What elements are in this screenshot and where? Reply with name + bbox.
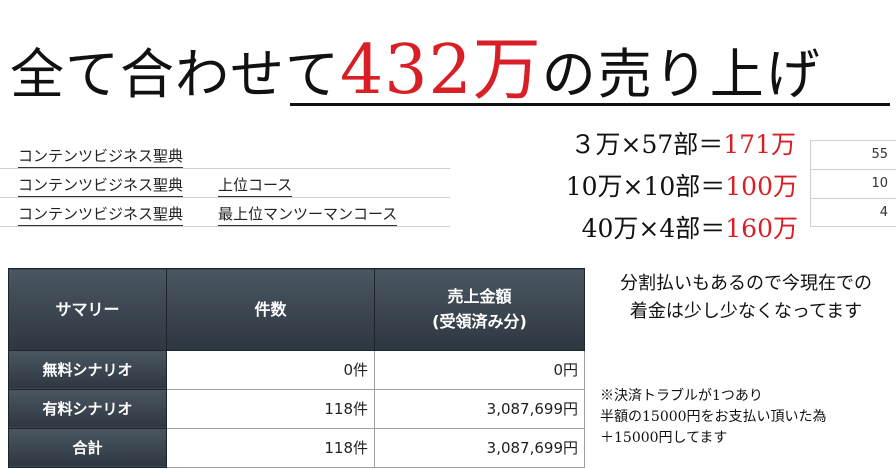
summary-header-row: サマリー 件数 売上金額 (受領済み分) bbox=[8, 268, 585, 351]
trouble-note-line: ＋15000円してます bbox=[600, 430, 728, 446]
installment-note-line: 分割払いもあるので今現在での bbox=[620, 273, 872, 294]
payment-trouble-note: ※決済トラブルが1つあり 半額の15000円をお支払い頂いた為 ＋15000円し… bbox=[600, 386, 896, 449]
header-sales: 売上金額 (受領済み分) bbox=[374, 268, 585, 351]
row-label: 無料シナリオ bbox=[8, 349, 167, 390]
calc-line: 10万×10部＝100万 bbox=[508, 166, 808, 208]
calc-expression: ３万×57部＝ bbox=[570, 130, 724, 159]
count-cell: 55 bbox=[810, 140, 896, 169]
table-row: 有料シナリオ 118件 3,087,699円 bbox=[8, 388, 585, 429]
sales-calculations: ３万×57部＝171万 10万×10部＝100万 40万×4部＝160万 bbox=[508, 124, 808, 250]
calc-result: 171万 bbox=[723, 130, 796, 159]
product-name-link[interactable]: コンテンツビジネス聖典 bbox=[18, 203, 184, 226]
row-label: 合計 bbox=[8, 427, 167, 469]
row-count: 0件 bbox=[166, 349, 375, 390]
product-name-link[interactable]: コンテンツビジネス聖典 bbox=[18, 145, 184, 168]
count-cell: 10 bbox=[810, 169, 896, 198]
course-link[interactable]: 上位コース bbox=[218, 174, 293, 197]
product-row: コンテンツビジネス聖典 上位コース bbox=[0, 169, 450, 198]
count-column: 55 10 4 bbox=[810, 140, 896, 227]
headline-suffix: の売り上げ bbox=[541, 43, 822, 106]
calc-expression: 40万×4部＝ bbox=[581, 214, 726, 243]
product-list: コンテンツビジネス聖典 コンテンツビジネス聖典 上位コース コンテンツビジネス聖… bbox=[0, 140, 450, 227]
count-cell: 4 bbox=[810, 198, 896, 227]
row-count: 118件 bbox=[166, 388, 375, 429]
headline: 全て合わせて 432万 の売り上げ bbox=[10, 14, 822, 110]
row-amount: 3,087,699円 bbox=[374, 427, 585, 469]
trouble-note-line: ※決済トラブルが1つあり bbox=[600, 388, 763, 404]
table-row: 無料シナリオ 0件 0円 bbox=[8, 349, 585, 390]
row-amount: 0円 bbox=[374, 349, 585, 390]
row-count: 118件 bbox=[166, 427, 375, 469]
headline-underline bbox=[290, 103, 890, 106]
trouble-note-line: 半額の15000円をお支払い頂いた為 bbox=[600, 409, 827, 425]
row-label: 有料シナリオ bbox=[8, 388, 167, 429]
header-sales-sub: (受領済み分) bbox=[432, 312, 527, 332]
count-value: 4 bbox=[879, 205, 888, 220]
table-row: 合計 118件 3,087,699円 bbox=[8, 427, 585, 469]
header-sales-label: 売上金額 bbox=[447, 286, 512, 306]
product-row: コンテンツビジネス聖典 最上位マンツーマンコース bbox=[0, 198, 450, 227]
calc-result: 100万 bbox=[725, 172, 798, 201]
calc-expression: 10万×10部＝ bbox=[565, 172, 726, 201]
headline-prefix: 全て合わせて bbox=[10, 43, 340, 106]
count-value: 10 bbox=[871, 176, 888, 191]
product-row: コンテンツビジネス聖典 bbox=[0, 140, 450, 169]
calc-result: 160万 bbox=[725, 214, 798, 243]
product-name-link[interactable]: コンテンツビジネス聖典 bbox=[18, 174, 184, 197]
summary-table: サマリー 件数 売上金額 (受領済み分) 無料シナリオ 0件 0円 有料シナリオ… bbox=[8, 268, 585, 469]
header-count: 件数 bbox=[166, 268, 375, 351]
calc-line: ３万×57部＝171万 bbox=[508, 124, 808, 166]
course-link[interactable]: 最上位マンツーマンコース bbox=[218, 203, 398, 226]
header-summary: サマリー bbox=[8, 268, 167, 351]
count-value: 55 bbox=[871, 147, 888, 162]
calc-line: 40万×4部＝160万 bbox=[508, 208, 808, 250]
installment-note-line: 着金は少し少なくなってます bbox=[629, 301, 863, 322]
headline-amount: 432万 bbox=[340, 31, 542, 110]
installment-note: 分割払いもあるので今現在での 着金は少し少なくなってます bbox=[598, 270, 894, 326]
row-amount: 3,087,699円 bbox=[374, 388, 585, 429]
